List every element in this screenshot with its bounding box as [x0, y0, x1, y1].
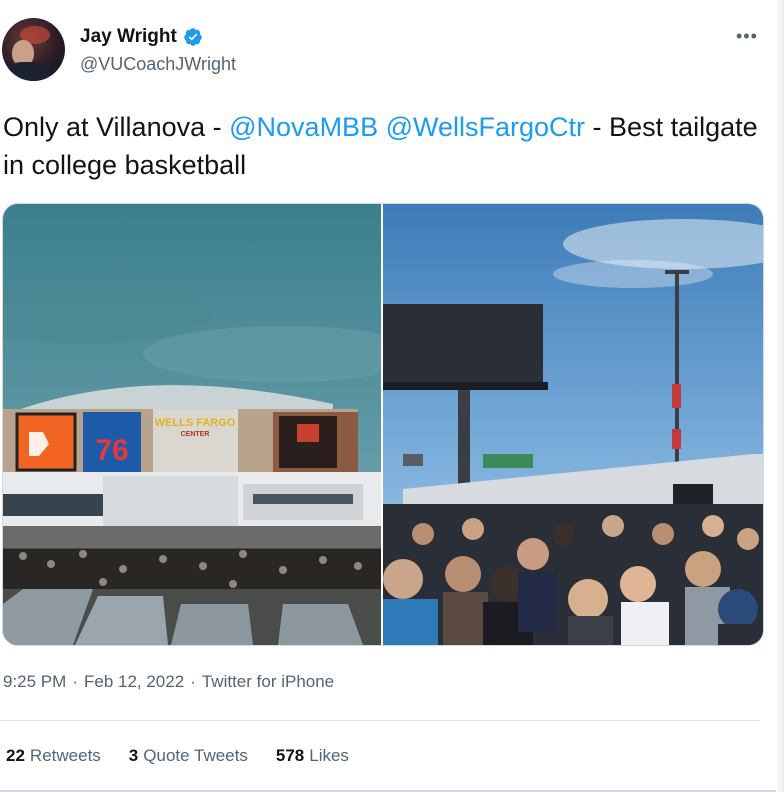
arena-sign-subtext: CENTER	[181, 431, 210, 438]
photo-tailgate-crowd[interactable]	[383, 204, 763, 645]
verified-badge-icon	[183, 27, 203, 47]
tweet-text-start: Only at Villanova -	[3, 112, 230, 142]
author-name-row: Jay Wright	[80, 26, 203, 48]
likes-stat[interactable]: 578 Likes	[276, 746, 349, 766]
quote-tweets-label: Quote Tweets	[143, 746, 248, 765]
quote-tweets-stat[interactable]: 3 Quote Tweets	[129, 746, 248, 766]
photo-arena-exterior[interactable]: 76 WELLS FARGO CENTER	[3, 204, 381, 645]
meta-separator: ·	[190, 672, 196, 691]
likes-count: 578	[275, 746, 305, 765]
divider	[0, 720, 760, 721]
tweet-media-grid: 76 WELLS FARGO CENTER	[2, 203, 764, 646]
76ers-banner-number: 76	[95, 434, 128, 467]
tweet-timestamp-time[interactable]: 9:25 PM	[3, 672, 66, 691]
more-horizontal-icon[interactable]: •••	[736, 26, 758, 47]
tweet-text-space	[378, 112, 386, 142]
author-display-name[interactable]: Jay Wright	[80, 26, 177, 48]
mention-novambb[interactable]: @NovaMBB	[229, 112, 378, 142]
arena-sign-text: WELLS FARGO	[155, 417, 236, 429]
retweets-label: Retweets	[29, 746, 101, 765]
retweets-stat[interactable]: 22 Retweets	[6, 746, 101, 766]
tweet-text: Only at Villanova - @NovaMBB @WellsFargo…	[3, 108, 763, 184]
tweet-timestamp-date[interactable]: Feb 12, 2022	[84, 672, 184, 691]
mention-wellsfargoctr[interactable]: @WellsFargoCtr	[386, 112, 585, 142]
retweets-count: 22	[6, 746, 25, 765]
tweet-source[interactable]: Twitter for iPhone	[202, 672, 334, 691]
crowd-photo-illustration	[383, 204, 763, 645]
arena-photo-illustration: 76 WELLS FARGO CENTER	[3, 204, 381, 645]
avatar-body	[4, 62, 50, 81]
engagement-stats: 22 Retweets 3 Quote Tweets 578 Likes	[6, 746, 349, 766]
author-handle[interactable]: @VUCoachJWright	[80, 54, 236, 75]
tweet-card: Jay Wright @VUCoachJWright ••• Only at V…	[0, 0, 784, 792]
right-edge-shadow	[776, 0, 784, 792]
author-avatar[interactable]	[2, 18, 65, 81]
likes-label: Likes	[309, 746, 349, 765]
tweet-metadata: 9:25 PM · Feb 12, 2022 · Twitter for iPhone	[3, 672, 334, 692]
quote-tweets-count: 3	[128, 746, 139, 765]
meta-separator: ·	[72, 672, 78, 691]
